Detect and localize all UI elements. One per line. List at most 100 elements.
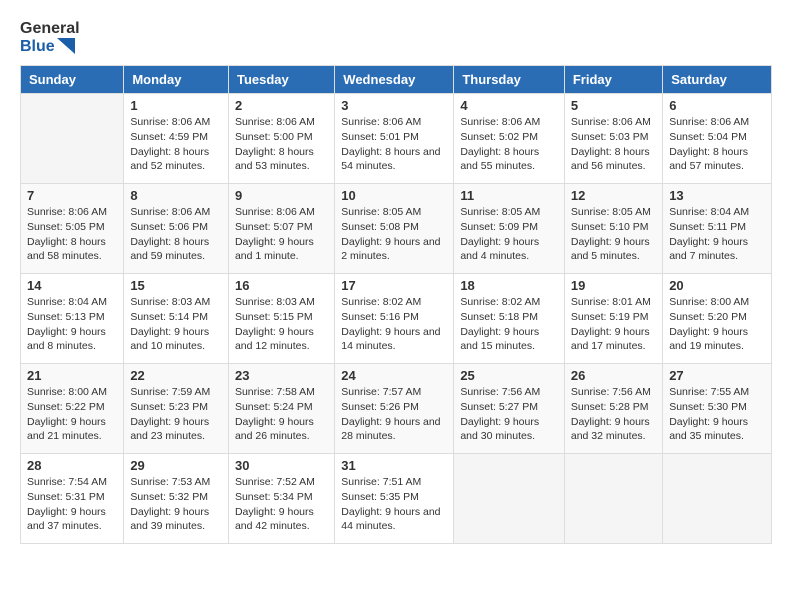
sunset: Sunset: 5:01 PM bbox=[341, 130, 447, 145]
sunrise: Sunrise: 7:58 AM bbox=[235, 385, 328, 400]
day-cell: 31 Sunrise: 7:51 AM Sunset: 5:35 PM Dayl… bbox=[335, 454, 454, 544]
sunrise: Sunrise: 8:06 AM bbox=[571, 115, 656, 130]
day-number: 4 bbox=[460, 98, 558, 113]
sunset: Sunset: 5:24 PM bbox=[235, 400, 328, 415]
day-info: Sunrise: 8:04 AM Sunset: 5:13 PM Dayligh… bbox=[27, 295, 117, 354]
day-cell: 8 Sunrise: 8:06 AM Sunset: 5:06 PM Dayli… bbox=[124, 184, 229, 274]
daylight: Daylight: 8 hours and 56 minutes. bbox=[571, 145, 656, 174]
weekday-header-sunday: Sunday bbox=[21, 66, 124, 94]
sunrise: Sunrise: 8:06 AM bbox=[341, 115, 447, 130]
day-info: Sunrise: 8:06 AM Sunset: 4:59 PM Dayligh… bbox=[130, 115, 222, 174]
sunset: Sunset: 5:13 PM bbox=[27, 310, 117, 325]
day-cell: 23 Sunrise: 7:58 AM Sunset: 5:24 PM Dayl… bbox=[228, 364, 334, 454]
daylight: Daylight: 9 hours and 32 minutes. bbox=[571, 415, 656, 444]
day-number: 8 bbox=[130, 188, 222, 203]
sunrise: Sunrise: 8:06 AM bbox=[460, 115, 558, 130]
day-info: Sunrise: 7:56 AM Sunset: 5:27 PM Dayligh… bbox=[460, 385, 558, 444]
day-info: Sunrise: 8:06 AM Sunset: 5:05 PM Dayligh… bbox=[27, 205, 117, 264]
day-cell: 14 Sunrise: 8:04 AM Sunset: 5:13 PM Dayl… bbox=[21, 274, 124, 364]
day-cell: 30 Sunrise: 7:52 AM Sunset: 5:34 PM Dayl… bbox=[228, 454, 334, 544]
day-cell: 17 Sunrise: 8:02 AM Sunset: 5:16 PM Dayl… bbox=[335, 274, 454, 364]
sunset: Sunset: 5:09 PM bbox=[460, 220, 558, 235]
daylight: Daylight: 8 hours and 55 minutes. bbox=[460, 145, 558, 174]
day-cell: 28 Sunrise: 7:54 AM Sunset: 5:31 PM Dayl… bbox=[21, 454, 124, 544]
logo-blue: Blue bbox=[20, 38, 80, 56]
logo-triangle-icon bbox=[57, 38, 75, 54]
daylight: Daylight: 9 hours and 35 minutes. bbox=[669, 415, 765, 444]
weekday-header-tuesday: Tuesday bbox=[228, 66, 334, 94]
daylight: Daylight: 8 hours and 58 minutes. bbox=[27, 235, 117, 264]
day-info: Sunrise: 7:52 AM Sunset: 5:34 PM Dayligh… bbox=[235, 475, 328, 534]
day-cell: 27 Sunrise: 7:55 AM Sunset: 5:30 PM Dayl… bbox=[663, 364, 772, 454]
day-info: Sunrise: 8:06 AM Sunset: 5:04 PM Dayligh… bbox=[669, 115, 765, 174]
day-cell bbox=[454, 454, 565, 544]
day-info: Sunrise: 8:02 AM Sunset: 5:18 PM Dayligh… bbox=[460, 295, 558, 354]
day-number: 2 bbox=[235, 98, 328, 113]
week-row-1: 1 Sunrise: 8:06 AM Sunset: 4:59 PM Dayli… bbox=[21, 94, 772, 184]
day-number: 20 bbox=[669, 278, 765, 293]
day-number: 11 bbox=[460, 188, 558, 203]
logo-general: General bbox=[20, 20, 80, 38]
sunset: Sunset: 5:23 PM bbox=[130, 400, 222, 415]
sunset: Sunset: 5:06 PM bbox=[130, 220, 222, 235]
day-info: Sunrise: 8:03 AM Sunset: 5:15 PM Dayligh… bbox=[235, 295, 328, 354]
day-number: 27 bbox=[669, 368, 765, 383]
sunset: Sunset: 5:34 PM bbox=[235, 490, 328, 505]
day-info: Sunrise: 7:57 AM Sunset: 5:26 PM Dayligh… bbox=[341, 385, 447, 444]
day-cell: 2 Sunrise: 8:06 AM Sunset: 5:00 PM Dayli… bbox=[228, 94, 334, 184]
daylight: Daylight: 9 hours and 28 minutes. bbox=[341, 415, 447, 444]
day-info: Sunrise: 7:58 AM Sunset: 5:24 PM Dayligh… bbox=[235, 385, 328, 444]
sunrise: Sunrise: 7:52 AM bbox=[235, 475, 328, 490]
day-cell: 18 Sunrise: 8:02 AM Sunset: 5:18 PM Dayl… bbox=[454, 274, 565, 364]
week-row-2: 7 Sunrise: 8:06 AM Sunset: 5:05 PM Dayli… bbox=[21, 184, 772, 274]
day-number: 29 bbox=[130, 458, 222, 473]
daylight: Daylight: 9 hours and 15 minutes. bbox=[460, 325, 558, 354]
day-cell: 20 Sunrise: 8:00 AM Sunset: 5:20 PM Dayl… bbox=[663, 274, 772, 364]
day-number: 15 bbox=[130, 278, 222, 293]
day-cell: 9 Sunrise: 8:06 AM Sunset: 5:07 PM Dayli… bbox=[228, 184, 334, 274]
day-info: Sunrise: 8:02 AM Sunset: 5:16 PM Dayligh… bbox=[341, 295, 447, 354]
sunrise: Sunrise: 8:01 AM bbox=[571, 295, 656, 310]
day-cell: 22 Sunrise: 7:59 AM Sunset: 5:23 PM Dayl… bbox=[124, 364, 229, 454]
day-number: 30 bbox=[235, 458, 328, 473]
weekday-header-row: SundayMondayTuesdayWednesdayThursdayFrid… bbox=[21, 66, 772, 94]
weekday-header-friday: Friday bbox=[564, 66, 662, 94]
sunset: Sunset: 5:18 PM bbox=[460, 310, 558, 325]
sunset: Sunset: 5:15 PM bbox=[235, 310, 328, 325]
daylight: Daylight: 9 hours and 21 minutes. bbox=[27, 415, 117, 444]
sunrise: Sunrise: 8:02 AM bbox=[460, 295, 558, 310]
day-number: 13 bbox=[669, 188, 765, 203]
daylight: Daylight: 9 hours and 39 minutes. bbox=[130, 505, 222, 534]
day-info: Sunrise: 7:56 AM Sunset: 5:28 PM Dayligh… bbox=[571, 385, 656, 444]
day-cell: 25 Sunrise: 7:56 AM Sunset: 5:27 PM Dayl… bbox=[454, 364, 565, 454]
day-info: Sunrise: 8:06 AM Sunset: 5:03 PM Dayligh… bbox=[571, 115, 656, 174]
day-cell: 21 Sunrise: 8:00 AM Sunset: 5:22 PM Dayl… bbox=[21, 364, 124, 454]
calendar-table: SundayMondayTuesdayWednesdayThursdayFrid… bbox=[20, 65, 772, 544]
day-number: 24 bbox=[341, 368, 447, 383]
daylight: Daylight: 8 hours and 54 minutes. bbox=[341, 145, 447, 174]
sunrise: Sunrise: 8:00 AM bbox=[27, 385, 117, 400]
sunset: Sunset: 4:59 PM bbox=[130, 130, 222, 145]
sunset: Sunset: 5:08 PM bbox=[341, 220, 447, 235]
sunset: Sunset: 5:20 PM bbox=[669, 310, 765, 325]
day-cell: 26 Sunrise: 7:56 AM Sunset: 5:28 PM Dayl… bbox=[564, 364, 662, 454]
day-cell: 4 Sunrise: 8:06 AM Sunset: 5:02 PM Dayli… bbox=[454, 94, 565, 184]
sunrise: Sunrise: 7:53 AM bbox=[130, 475, 222, 490]
day-cell: 5 Sunrise: 8:06 AM Sunset: 5:03 PM Dayli… bbox=[564, 94, 662, 184]
day-info: Sunrise: 8:03 AM Sunset: 5:14 PM Dayligh… bbox=[130, 295, 222, 354]
sunrise: Sunrise: 7:56 AM bbox=[460, 385, 558, 400]
daylight: Daylight: 9 hours and 14 minutes. bbox=[341, 325, 447, 354]
daylight: Daylight: 9 hours and 37 minutes. bbox=[27, 505, 117, 534]
daylight: Daylight: 8 hours and 57 minutes. bbox=[669, 145, 765, 174]
day-number: 25 bbox=[460, 368, 558, 383]
day-cell: 24 Sunrise: 7:57 AM Sunset: 5:26 PM Dayl… bbox=[335, 364, 454, 454]
sunset: Sunset: 5:07 PM bbox=[235, 220, 328, 235]
daylight: Daylight: 9 hours and 26 minutes. bbox=[235, 415, 328, 444]
day-cell: 3 Sunrise: 8:06 AM Sunset: 5:01 PM Dayli… bbox=[335, 94, 454, 184]
daylight: Daylight: 8 hours and 59 minutes. bbox=[130, 235, 222, 264]
sunrise: Sunrise: 8:06 AM bbox=[27, 205, 117, 220]
daylight: Daylight: 9 hours and 23 minutes. bbox=[130, 415, 222, 444]
day-info: Sunrise: 8:00 AM Sunset: 5:22 PM Dayligh… bbox=[27, 385, 117, 444]
day-cell bbox=[21, 94, 124, 184]
daylight: Daylight: 9 hours and 17 minutes. bbox=[571, 325, 656, 354]
